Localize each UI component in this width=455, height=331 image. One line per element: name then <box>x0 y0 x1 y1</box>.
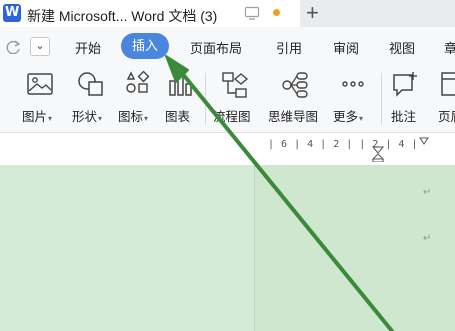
title-bar: W 新建 Microsoft... Word 文档 (3) + <box>0 0 455 27</box>
comment-icon <box>393 72 417 97</box>
menu-bar: ⌄ 开始 插入 页面布局 引用 审阅 视图 章 <box>0 27 455 65</box>
document-title: 新建 Microsoft... Word 文档 (3) <box>27 8 218 24</box>
new-tab-button[interactable]: + <box>306 1 319 25</box>
quick-access-dropdown[interactable]: ⌄ <box>30 37 50 56</box>
insert-more-button[interactable]: 更多▾ <box>333 65 383 133</box>
paragraph-mark: ↵ <box>423 187 432 198</box>
insert-comment-label: 批注 <box>391 110 417 124</box>
chevron-down-icon: ▾ <box>48 114 53 123</box>
header-icon <box>441 72 455 96</box>
icons-icon <box>126 71 150 93</box>
insert-icon-button[interactable]: 图标▾ <box>118 65 168 133</box>
insert-picture-button[interactable]: 图片▾ <box>22 65 72 133</box>
insert-header-button[interactable]: 页眉 <box>438 65 455 133</box>
document-page[interactable]: ↵ ↵ <box>254 165 455 331</box>
insert-header-label: 页眉 <box>438 110 455 124</box>
mindmap-icon <box>282 72 308 98</box>
ribbon-divider <box>381 73 382 125</box>
chevron-down-icon: ▾ <box>144 114 149 123</box>
chart-icon <box>169 73 192 96</box>
tab-references[interactable]: 引用 <box>276 38 302 57</box>
insert-ribbon: 图片▾ 形状▾ 图标▾ 图表 流程图 思维导图 更多▾ 批注 页 <box>0 65 455 133</box>
ribbon-divider <box>205 73 206 125</box>
insert-more-label: 更多▾ <box>333 110 364 124</box>
chevron-down-icon: ▾ <box>359 114 364 123</box>
insert-flowchart-label: 流程图 <box>213 110 251 124</box>
more-icon <box>342 81 364 87</box>
document-workspace: ↵ ↵ <box>0 165 455 331</box>
ruler-ticks: | 6 | 4 | 2 | | 2 | 4 | <box>268 139 418 150</box>
insert-flowchart-button[interactable]: 流程图 <box>213 65 263 133</box>
document-tab[interactable]: W 新建 Microsoft... Word 文档 (3) <box>0 0 300 27</box>
insert-shape-button[interactable]: 形状▾ <box>72 65 122 133</box>
insert-shape-label: 形状▾ <box>72 110 103 124</box>
tab-home[interactable]: 开始 <box>75 38 101 57</box>
paragraph-mark: ↵ <box>423 233 432 244</box>
indent-marker-icon[interactable] <box>372 146 384 162</box>
insert-comment-button[interactable]: 批注 <box>391 65 441 133</box>
redo-icon[interactable] <box>4 38 22 54</box>
chevron-down-icon: ▾ <box>98 114 103 123</box>
horizontal-ruler[interactable]: | 6 | 4 | 2 | | 2 | 4 | <box>0 133 455 165</box>
tab-view[interactable]: 视图 <box>389 38 415 57</box>
unsaved-indicator <box>273 9 280 16</box>
tab-insert[interactable]: 插入 <box>121 33 170 59</box>
insert-picture-label: 图片▾ <box>22 110 53 124</box>
image-icon <box>27 73 53 95</box>
right-indent-marker-icon[interactable] <box>419 137 429 145</box>
shapes-icon <box>78 72 103 96</box>
word-doc-icon: W <box>3 4 21 22</box>
insert-mindmap-button[interactable]: 思维导图 <box>268 65 318 133</box>
word-doc-icon-letter: W <box>5 5 20 20</box>
insert-chart-label: 图表 <box>165 110 191 124</box>
tab-review[interactable]: 审阅 <box>333 38 359 57</box>
monitor-icon[interactable] <box>244 5 260 21</box>
insert-mindmap-label: 思维导图 <box>268 110 319 124</box>
insert-icon-label: 图标▾ <box>118 110 149 124</box>
tab-chapter[interactable]: 章 <box>444 38 455 57</box>
insert-chart-button[interactable]: 图表 <box>165 65 215 133</box>
flowchart-icon <box>222 72 249 98</box>
tab-page-layout[interactable]: 页面布局 <box>190 38 242 57</box>
